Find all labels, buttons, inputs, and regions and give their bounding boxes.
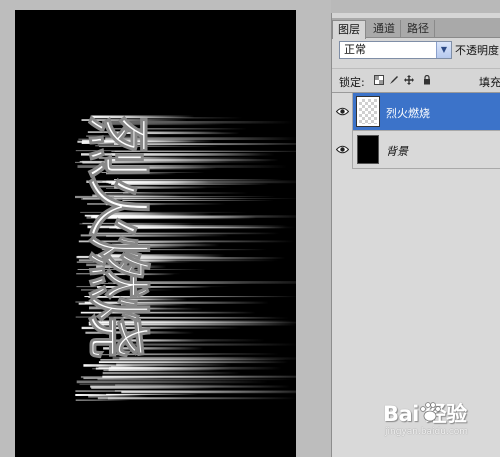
- watermark-url: jingyan.baidu.com: [385, 427, 469, 437]
- eye-icon: [336, 145, 349, 154]
- wind-text-artwork: 烈火燃烧: [75, 115, 296, 401]
- visibility-toggle[interactable]: [332, 93, 353, 131]
- workspace: 烈火燃烧: [0, 0, 331, 457]
- tab-layers[interactable]: 图层: [332, 20, 366, 39]
- opacity-label: 不透明度: [455, 44, 499, 57]
- baidu-paw-icon: [420, 402, 441, 422]
- artwork-text: 烈火燃烧: [79, 115, 153, 358]
- layer-row-background[interactable]: 背景: [332, 131, 500, 169]
- lock-pixels-icon[interactable]: [389, 75, 399, 85]
- layer-name: 烈火燃烧: [386, 107, 430, 120]
- document-canvas[interactable]: 烈火燃烧: [15, 10, 296, 457]
- eye-icon: [336, 107, 349, 116]
- panel-tab-bar: 图层 通道 路径: [332, 18, 500, 39]
- layer-thumbnail: [357, 135, 379, 164]
- lock-all-icon[interactable]: [422, 75, 432, 85]
- tab-channels[interactable]: 通道: [368, 20, 401, 38]
- lock-position-icon[interactable]: [404, 75, 414, 85]
- tab-paths[interactable]: 路径: [402, 20, 435, 38]
- blend-mode-value: 正常: [344, 43, 366, 56]
- blend-mode-select[interactable]: 正常 ▼: [339, 41, 452, 59]
- lock-label: 锁定:: [339, 76, 365, 89]
- layers-panel: 图层 通道 路径 正常 ▼ 不透明度 锁定: 填充 烈火燃烧 背景: [331, 13, 500, 457]
- layer-thumbnail: [356, 96, 380, 127]
- lock-row: 锁定: 填充: [332, 68, 500, 90]
- fill-label: 填充: [479, 76, 500, 89]
- layer-name: 背景: [386, 145, 408, 158]
- chevron-down-icon[interactable]: ▼: [436, 42, 451, 58]
- layer-row-text[interactable]: 烈火燃烧: [332, 93, 500, 131]
- blend-mode-row: 正常 ▼ 不透明度: [332, 38, 500, 62]
- visibility-toggle[interactable]: [332, 131, 353, 169]
- baidu-jingyan-watermark: Bai 经验 jingyan.baidu.com: [383, 396, 500, 457]
- lock-transparency-icon[interactable]: [374, 75, 384, 85]
